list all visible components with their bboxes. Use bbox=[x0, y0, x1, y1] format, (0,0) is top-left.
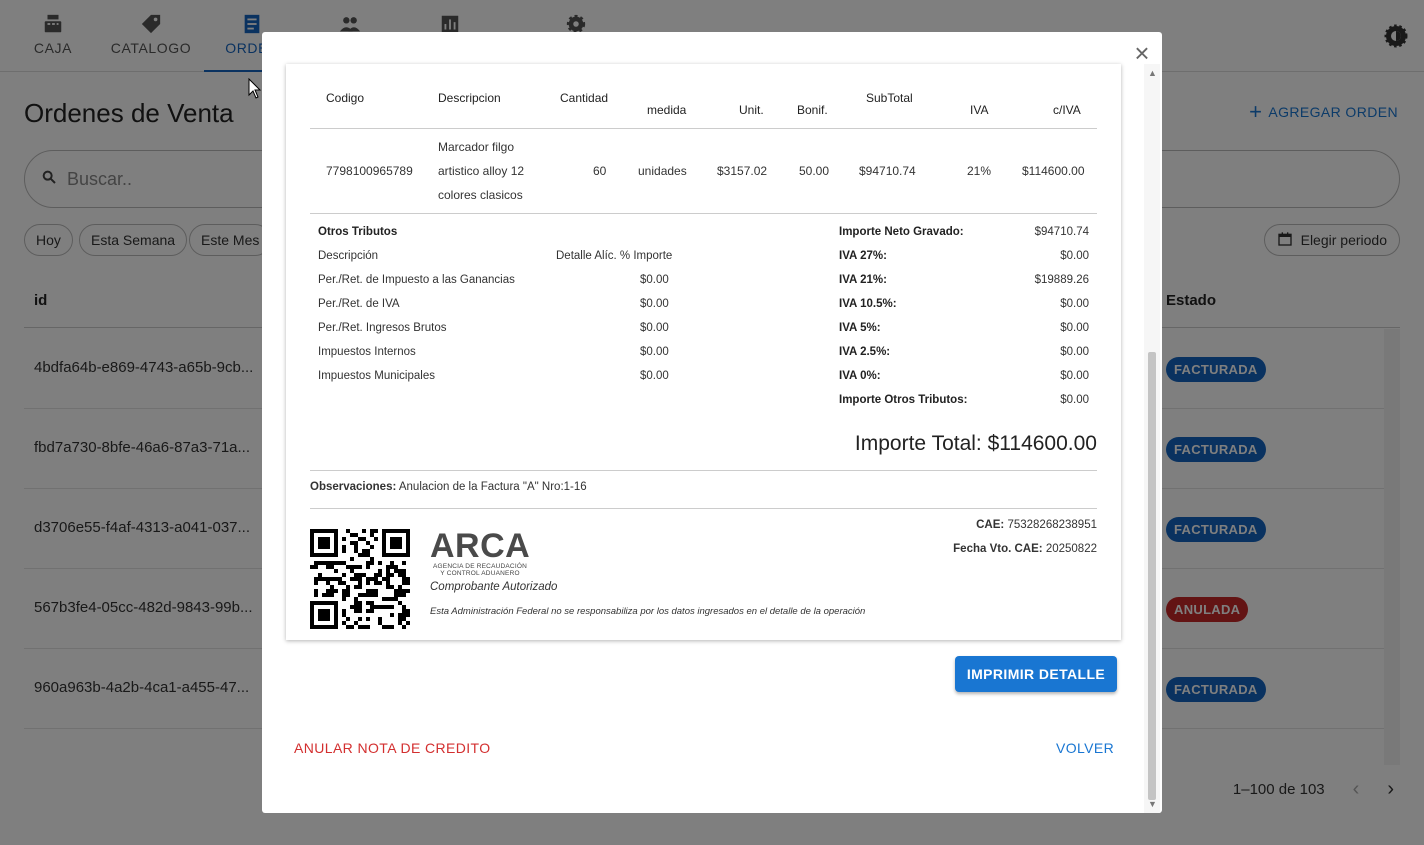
tributo-label: Per./Ret. de IVA bbox=[318, 298, 400, 310]
item-iva: 21% bbox=[967, 164, 992, 178]
fecha-vto-cae: Fecha Vto. CAE: 20250822 bbox=[953, 543, 1097, 555]
arca-logo: ARCA AGENCIA DE RECAUDACIÓN Y CONTROL AD… bbox=[430, 529, 530, 577]
cae-label: CAE: bbox=[976, 519, 1005, 531]
invoice-document: Codigo Descripcion Cantidad medida Unit.… bbox=[286, 64, 1121, 640]
divider bbox=[310, 128, 1097, 129]
total-value: $0.00 bbox=[1060, 322, 1089, 334]
total-label: Importe Neto Gravado: bbox=[839, 226, 964, 238]
item-bonif: 50.00 bbox=[799, 164, 830, 178]
header-subtotal: SubTotal bbox=[866, 91, 913, 105]
total-label: IVA 0%: bbox=[839, 370, 881, 382]
print-detail-button[interactable]: IMPRIMIR DETALLE bbox=[955, 656, 1117, 692]
total-value: $0.00 bbox=[1060, 346, 1089, 358]
divider bbox=[310, 470, 1097, 471]
divider bbox=[310, 508, 1097, 509]
item-medida: unidades bbox=[638, 164, 687, 178]
close-icon[interactable]: × bbox=[1130, 38, 1154, 68]
item-subtotal: $94710.74 bbox=[859, 164, 916, 178]
tributo-label: Impuestos Municipales bbox=[318, 370, 435, 382]
scroll-up-icon[interactable]: ▲ bbox=[1148, 68, 1157, 78]
item-cantidad: 60 bbox=[593, 164, 607, 178]
disclaimer: Esta Administración Federal no se respon… bbox=[430, 606, 866, 617]
total-label: IVA 10.5%: bbox=[839, 298, 897, 310]
divider bbox=[310, 213, 1097, 214]
mouse-cursor-icon bbox=[248, 78, 262, 99]
total-value: $0.00 bbox=[1060, 394, 1089, 406]
total-label: IVA 21%: bbox=[839, 274, 887, 286]
qr-code bbox=[310, 529, 410, 629]
tributo-value: $0.00 bbox=[640, 346, 669, 358]
observaciones: Observaciones: Anulacion de la Factura "… bbox=[310, 481, 587, 493]
total-value: $94710.74 bbox=[1034, 226, 1089, 238]
total-label: IVA 2.5%: bbox=[839, 346, 891, 358]
anular-nota-credito-button[interactable]: ANULAR NOTA DE CREDITO bbox=[294, 740, 491, 756]
header-cantidad: Cantidad bbox=[560, 91, 609, 105]
invoice-detail-dialog: × Codigo Descripcion Cantidad medida Uni… bbox=[262, 32, 1162, 813]
dialog-scrollbar-thumb[interactable] bbox=[1148, 352, 1156, 800]
total-label: Importe Otros Tributos: bbox=[839, 394, 968, 406]
header-medida: medida bbox=[647, 103, 687, 117]
header-bonif: Bonif. bbox=[797, 103, 828, 117]
fecha-vto-value: 20250822 bbox=[1045, 543, 1097, 555]
tributo-value: $0.00 bbox=[640, 322, 669, 334]
arca-logo-subtitle: AGENCIA DE RECAUDACIÓN bbox=[433, 563, 527, 570]
header-iva: IVA bbox=[970, 103, 989, 117]
observaciones-label: Observaciones: bbox=[310, 481, 397, 493]
item-descripcion-line: colores clasicos bbox=[438, 188, 523, 202]
tributo-label: Impuestos Internos bbox=[318, 346, 416, 358]
tributo-value: $0.00 bbox=[640, 370, 669, 382]
item-codigo: 7798100965789 bbox=[326, 164, 413, 178]
header-descripcion: Descripcion bbox=[438, 91, 501, 105]
otros-tributos-header-detail: Detalle Alíc. % Importe bbox=[556, 250, 673, 262]
scroll-down-icon[interactable]: ▼ bbox=[1148, 799, 1157, 809]
cae-value: 75328268238951 bbox=[1007, 519, 1097, 531]
cae: CAE: 75328268238951 bbox=[976, 519, 1097, 531]
arca-logo-subtitle: Y CONTROL ADUANERO bbox=[440, 570, 520, 577]
total-value: $19889.26 bbox=[1034, 274, 1089, 286]
importe-total: Importe Total: $114600.00 bbox=[854, 432, 1097, 455]
observaciones-text: Anulacion de la Factura "A" Nro:1-16 bbox=[398, 481, 587, 493]
volver-button[interactable]: VOLVER bbox=[1056, 740, 1114, 756]
item-descripcion-line: artistico alloy 12 bbox=[438, 164, 525, 178]
header-codigo: Codigo bbox=[326, 91, 365, 105]
arca-logo-word: ARCA bbox=[430, 527, 531, 565]
tributo-label: Per./Ret. de Impuesto a las Ganancias bbox=[318, 274, 515, 286]
header-civa: c/IVA bbox=[1053, 103, 1081, 117]
otros-tributos-title: Otros Tributos bbox=[318, 226, 398, 238]
header-unit: Unit. bbox=[739, 103, 764, 117]
total-value: $0.00 bbox=[1060, 250, 1089, 262]
otros-tributos-header-desc: Descripción bbox=[318, 250, 379, 262]
item-descripcion-line: Marcador filgo bbox=[438, 140, 515, 154]
total-value: $0.00 bbox=[1060, 298, 1089, 310]
item-unit-price: $3157.02 bbox=[717, 164, 768, 178]
tributo-value: $0.00 bbox=[640, 298, 669, 310]
fecha-vto-label: Fecha Vto. CAE: bbox=[953, 543, 1043, 555]
comprobante-autorizado: Comprobante Autorizado bbox=[430, 581, 558, 593]
total-label: IVA 5%: bbox=[839, 322, 881, 334]
item-civa: $114600.00 bbox=[1022, 164, 1085, 178]
total-value: $0.00 bbox=[1060, 370, 1089, 382]
total-label: IVA 27%: bbox=[839, 250, 887, 262]
tributo-label: Per./Ret. Ingresos Brutos bbox=[318, 322, 447, 334]
tributo-value: $0.00 bbox=[640, 274, 669, 286]
